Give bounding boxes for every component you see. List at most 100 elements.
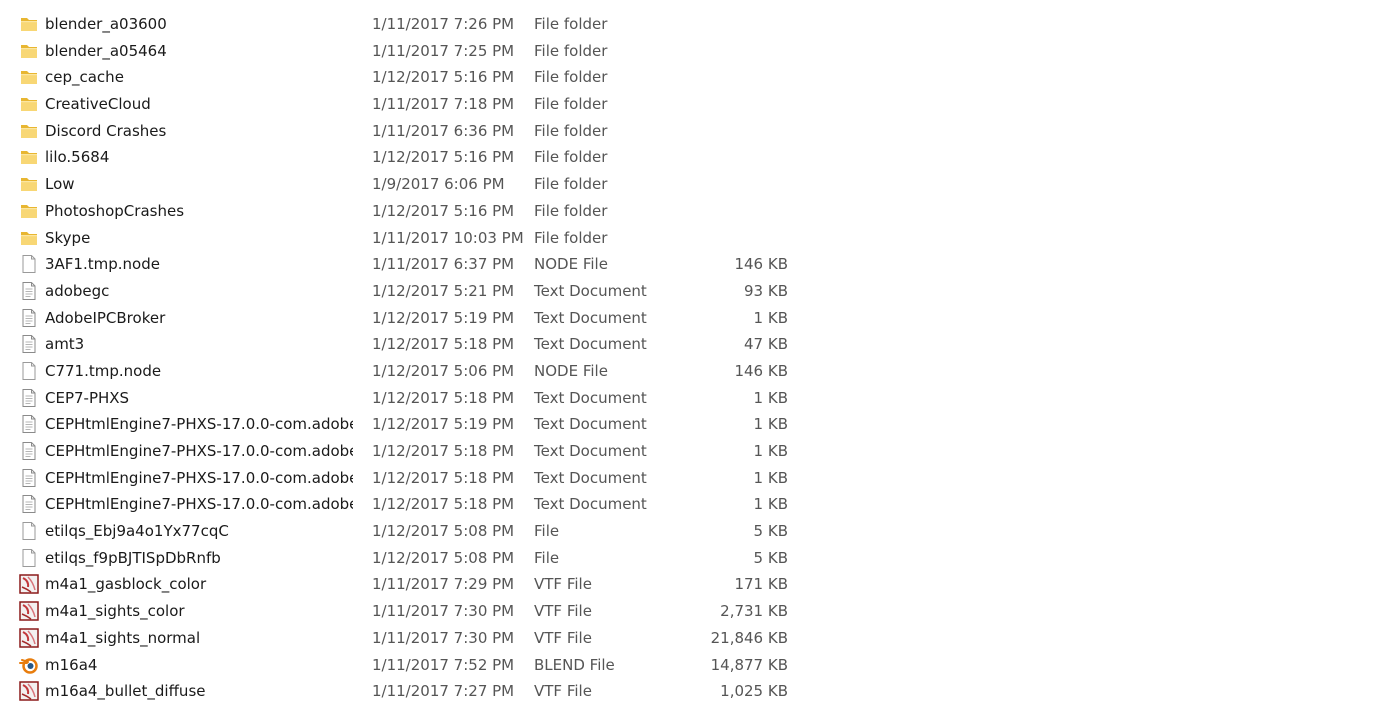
text-document-icon [19,334,39,354]
file-type: Text Document [534,281,647,300]
folder-icon [19,67,39,87]
file-row[interactable]: Discord Crashes 1/11/2017 6:36 PM File fol… [0,118,1380,145]
folder-icon [19,121,39,141]
file-date-modified: 1/11/2017 7:30 PM [372,602,515,621]
file-row[interactable]: etilqs_Ebj9a4o1Yx77cqC 1/12/2017 5:08 PM F… [0,518,1380,545]
file-date-modified: 1/12/2017 5:19 PM [372,415,515,434]
file-date-modified: 1/12/2017 5:16 PM [372,201,515,220]
file-date-modified: 1/11/2017 6:37 PM [372,255,515,274]
file-type: Text Document [534,415,647,434]
file-row[interactable]: C771.tmp.node 1/12/2017 5:06 PM NODE File 1… [0,358,1380,385]
file-name: Discord Crashes [45,121,167,140]
file-type: File folder [534,68,608,87]
file-type: Text Document [534,468,647,487]
text-document-icon [19,441,39,461]
vtf-file-icon [19,574,39,595]
file-row[interactable]: CreativeCloud 1/11/2017 7:18 PM File folde… [0,91,1380,118]
file-name: m16a4 [45,655,98,674]
folder-icon [19,147,39,167]
file-name: amt3 [45,335,85,354]
file-row[interactable]: CEP7-PHXS 1/12/2017 5:18 PM Text Document 1… [0,385,1380,412]
file-name: CEPHtmlEngine7-PHXS-17.0.0-com.adobe.p..… [45,495,353,514]
generic-file-icon [19,361,39,381]
text-document-icon [19,494,39,514]
file-date-modified: 1/11/2017 7:52 PM [372,655,515,674]
file-row[interactable]: Skype 1/11/2017 10:03 PM File folder [0,225,1380,252]
file-date-modified: 1/11/2017 7:25 PM [372,41,515,60]
file-date-modified: 1/12/2017 5:18 PM [372,495,515,514]
file-row[interactable]: lilo.5684 1/12/2017 5:16 PM File folder [0,144,1380,171]
file-name: etilqs_Ebj9a4o1Yx77cqC [45,522,229,541]
file-name: CEPHtmlEngine7-PHXS-17.0.0-com.adobe.p..… [45,468,353,487]
file-row[interactable]: blender_a05464 1/11/2017 7:25 PM File fold… [0,38,1380,65]
file-row[interactable]: adobegc 1/12/2017 5:21 PM Text Document 93 … [0,278,1380,305]
file-size: 1 KB [753,468,788,487]
file-row[interactable]: CEPHtmlEngine7-PHXS-17.0.0-com.adobe.p..… [0,491,1380,518]
file-name: m4a1_sights_color [45,602,185,621]
file-size: 5 KB [753,548,788,567]
file-name: blender_a03600 [45,15,167,33]
file-date-modified: 1/11/2017 7:27 PM [372,682,515,701]
file-type: File folder [534,121,608,140]
file-type: File folder [534,15,608,33]
file-type: VTF File [534,682,592,701]
file-size: 1 KB [753,308,788,327]
file-size: 14,877 KB [710,655,788,674]
file-row[interactable]: m4a1_gasblock_color 1/11/2017 7:29 PM VTF … [0,571,1380,598]
generic-file-icon [19,254,39,274]
file-row[interactable]: m4a1_sights_color 1/11/2017 7:30 PM VTF Fi… [0,598,1380,625]
file-size: 1 KB [753,415,788,434]
file-type: Text Document [534,335,647,354]
file-date-modified: 1/12/2017 5:08 PM [372,548,515,567]
file-date-modified: 1/11/2017 7:30 PM [372,628,515,647]
file-size: 146 KB [734,361,788,380]
file-row[interactable]: cep_cache 1/12/2017 5:16 PM File folder [0,64,1380,91]
file-name: lilo.5684 [45,148,110,167]
file-name: adobegc [45,281,110,300]
file-list: blender_a03600 1/11/2017 7:26 PM File fold… [0,11,1380,705]
text-document-icon [19,388,39,408]
file-name: m16a4_bullet_diffuse [45,682,206,701]
file-row[interactable]: Low 1/9/2017 6:06 PM File folder [0,171,1380,198]
file-row[interactable]: m16a4 1/11/2017 7:52 PM BLEND File 14,877 K… [0,652,1380,679]
file-name: PhotoshopCrashes [45,201,185,220]
text-document-icon [19,414,39,434]
file-date-modified: 1/11/2017 7:29 PM [372,575,515,594]
file-row[interactable]: PhotoshopCrashes 1/12/2017 5:16 PM File fo… [0,198,1380,225]
file-type: File folder [534,201,608,220]
file-row[interactable]: CEPHtmlEngine7-PHXS-17.0.0-com.adobe.c..… [0,438,1380,465]
file-date-modified: 1/12/2017 5:21 PM [372,281,515,300]
file-row[interactable]: AdobeIPCBroker 1/12/2017 5:19 PM Text Docu… [0,305,1380,332]
file-date-modified: 1/11/2017 7:26 PM [372,15,515,33]
file-type: File folder [534,41,608,60]
file-size: 2,731 KB [720,602,788,621]
file-name: Skype [45,228,91,247]
file-type: Text Document [534,308,647,327]
file-row[interactable]: 3AF1.tmp.node 1/11/2017 6:37 PM NODE File 1… [0,251,1380,278]
file-date-modified: 1/11/2017 6:36 PM [372,121,515,140]
file-size: 5 KB [753,522,788,541]
file-type: VTF File [534,628,592,647]
file-row[interactable]: etilqs_f9pBJTISpDbRnfb 1/12/2017 5:08 PM F… [0,545,1380,572]
file-size: 146 KB [734,255,788,274]
file-row[interactable]: m4a1_sights_normal 1/11/2017 7:30 PM VTF F… [0,625,1380,652]
file-name: CEPHtmlEngine7-PHXS-17.0.0-com.adobe.c..… [45,442,353,460]
file-name: 3AF1.tmp.node [45,255,160,274]
file-name: C771.tmp.node [45,361,162,380]
file-date-modified: 1/12/2017 5:18 PM [372,335,515,354]
file-type: Text Document [534,388,647,407]
file-date-modified: 1/12/2017 5:16 PM [372,68,515,87]
file-type: NODE File [534,255,608,274]
file-name: AdobeIPCBroker [45,308,166,327]
file-row[interactable]: blender_a03600 1/11/2017 7:26 PM File fold… [0,11,1380,38]
folder-icon [19,41,39,61]
file-type: NODE File [534,361,608,380]
file-row[interactable]: CEPHtmlEngine7-PHXS-17.0.0-com.adobe.c..… [0,411,1380,438]
vtf-file-icon [19,601,39,621]
file-row[interactable]: m16a4_bullet_diffuse 1/11/2017 7:27 PM VTF… [0,678,1380,705]
file-row[interactable]: CEPHtmlEngine7-PHXS-17.0.0-com.adobe.p..… [0,465,1380,492]
file-row[interactable]: amt3 1/12/2017 5:18 PM Text Document 47 KB [0,331,1380,358]
blender-file-icon [19,655,39,675]
folder-icon [19,94,39,114]
file-size: 93 KB [744,281,788,300]
